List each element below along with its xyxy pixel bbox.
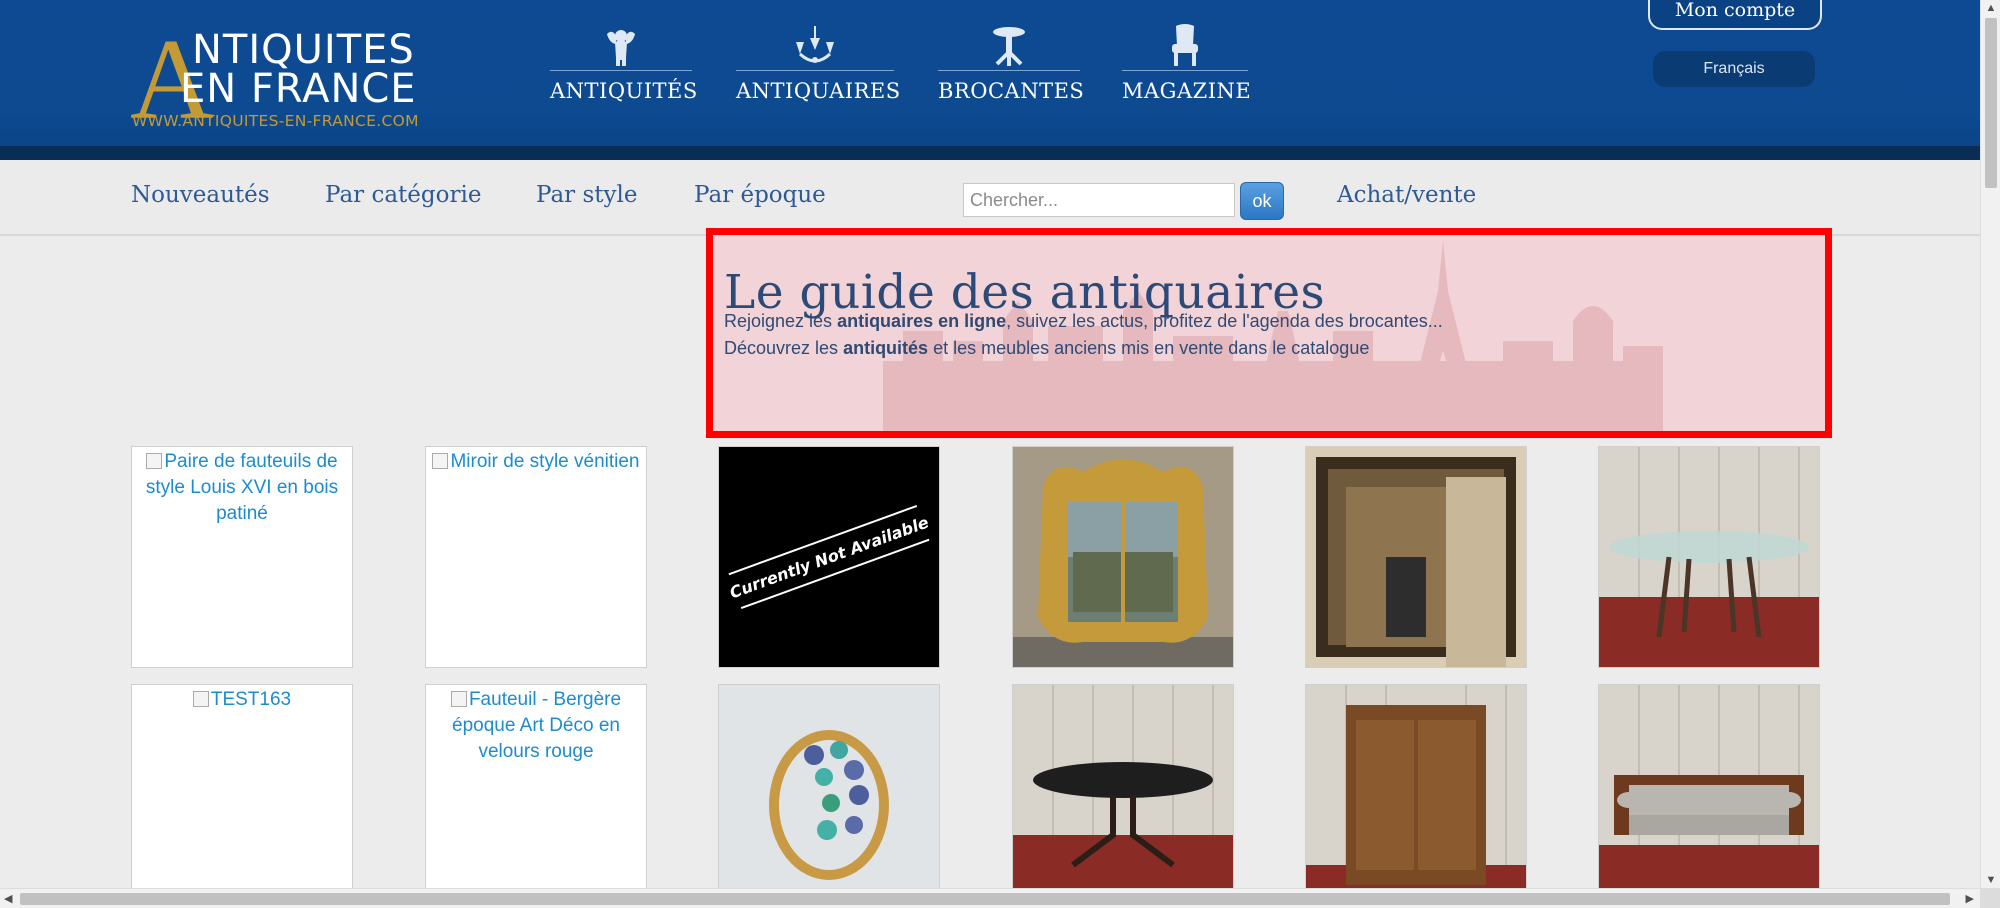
sofa-photo <box>1599 685 1819 905</box>
vertical-scrollbar[interactable]: ▲ ▼ <box>1980 0 2000 888</box>
horizontal-scroll-thumb[interactable] <box>20 893 1950 905</box>
main-nav-label: BROCANTES <box>938 79 1085 103</box>
product-tile[interactable] <box>1012 684 1234 906</box>
main-nav-brocantes[interactable]: BROCANTES <box>938 24 1085 114</box>
broken-image-icon <box>192 691 209 707</box>
product-tile[interactable]: TEST163 <box>131 684 353 906</box>
guide-line-2-pre: Découvrez les <box>724 338 844 358</box>
product-image-alt[interactable]: TEST163 <box>132 685 352 713</box>
product-tile[interactable]: Paire de fauteuils de style Louis XVI en… <box>131 446 353 668</box>
main-nav-label: ANTIQUAIRES <box>736 79 901 103</box>
logo-line-2: EN FRANCE <box>180 66 417 112</box>
guide-line-1-bold[interactable]: antiquaires en ligne <box>837 311 1006 331</box>
horizontal-scrollbar[interactable]: ◀ ▶ <box>0 888 1980 908</box>
not-available-image: Currently Not Available <box>719 447 939 667</box>
guide-line-1-pre: Rejoignez les <box>724 311 838 331</box>
language-selector[interactable]: Français <box>1653 51 1815 87</box>
product-tile[interactable] <box>1598 684 1820 906</box>
scroll-down-icon[interactable]: ▼ <box>1981 874 2000 886</box>
product-image-alt[interactable]: Miroir de style vénitien <box>426 447 646 475</box>
gilt-mirror-photo <box>1013 447 1233 667</box>
guide-line-2: Découvrez les antiquités et les meubles … <box>724 338 1369 359</box>
subnav-nouveautes[interactable]: Nouveautés <box>131 182 270 208</box>
scroll-up-icon[interactable]: ▲ <box>1981 2 2000 14</box>
product-tile[interactable] <box>1305 446 1527 668</box>
wall-mirror-photo <box>1306 447 1526 667</box>
glass-table-photo <box>1599 447 1819 667</box>
search-ok-button[interactable]: ok <box>1240 182 1284 220</box>
broken-image-icon <box>146 453 163 469</box>
oval-table-photo <box>1013 685 1233 905</box>
broken-image-icon <box>450 691 467 707</box>
subnav-achat-vente[interactable]: Achat/vente <box>1337 182 1476 208</box>
product-image-alt[interactable]: Fauteuil - Bergère époque Art Déco en ve… <box>426 685 646 765</box>
search-input[interactable] <box>963 183 1235 217</box>
scroll-left-icon[interactable]: ◀ <box>4 892 12 905</box>
site-header: A NTIQUITES EN FRANCE WWW.ANTIQUITES-EN-… <box>0 0 1980 160</box>
product-tile[interactable] <box>1012 446 1234 668</box>
main-nav-label: ANTIQUITÉS <box>550 79 698 103</box>
site-logo[interactable]: A NTIQUITES EN FRANCE WWW.ANTIQUITES-EN-… <box>130 22 440 138</box>
cherub-icon <box>607 30 635 66</box>
cabinet-photo <box>1306 685 1526 905</box>
main-nav-antiquites[interactable]: ANTIQUITÉS <box>550 24 698 114</box>
subnav-par-style[interactable]: Par style <box>536 182 637 208</box>
product-tile[interactable] <box>1598 446 1820 668</box>
product-tile[interactable]: Currently Not Available <box>718 446 940 668</box>
logo-url: WWW.ANTIQUITES-EN-FRANCE.COM <box>132 112 419 130</box>
product-tile[interactable]: Fauteuil - Bergère époque Art Déco en ve… <box>425 684 647 906</box>
scrollbar-corner <box>1980 888 2000 908</box>
guide-line-1: Rejoignez les antiquaires en ligne, suiv… <box>724 311 1443 332</box>
subnav-par-categorie[interactable]: Par catégorie <box>325 182 481 208</box>
chandelier-icon <box>796 26 834 63</box>
armchair-icon <box>1172 24 1198 66</box>
main-nav-label: MAGAZINE <box>1122 79 1252 103</box>
product-tile[interactable] <box>1305 684 1527 906</box>
product-tile[interactable] <box>718 684 940 906</box>
main-nav-magazine[interactable]: MAGAZINE <box>1122 24 1252 114</box>
guide-banner: Le guide des antiquaires Rejoignez les a… <box>706 228 1832 438</box>
product-image-alt[interactable]: Paire de fauteuils de style Louis XVI en… <box>132 447 352 527</box>
logo-line-1: NTIQUITES <box>192 27 415 73</box>
product-tile[interactable]: Miroir de style vénitien <box>425 446 647 668</box>
ring-photo <box>719 685 939 905</box>
pedestal-table-icon <box>993 27 1025 66</box>
guide-line-2-bold[interactable]: antiquités <box>843 338 928 358</box>
broken-image-icon <box>432 453 449 469</box>
main-nav-antiquaires[interactable]: ANTIQUAIRES <box>736 24 901 114</box>
account-button[interactable]: Mon compte <box>1648 0 1822 30</box>
guide-line-2-post: et les meubles anciens mis en vente dans… <box>928 338 1370 358</box>
vertical-scroll-thumb[interactable] <box>1985 18 1997 188</box>
guide-line-1-post: , suivez les actus, profitez de l'agenda… <box>1006 311 1443 331</box>
subnav-par-epoque[interactable]: Par époque <box>694 182 826 208</box>
scroll-right-icon[interactable]: ▶ <box>1966 892 1974 905</box>
